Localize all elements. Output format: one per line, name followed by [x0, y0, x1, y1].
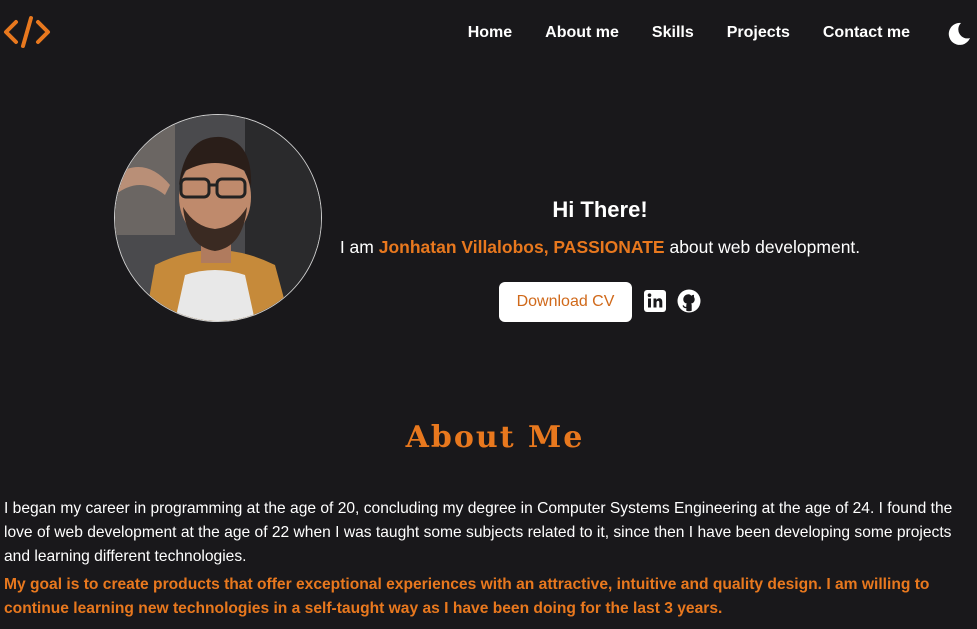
about-section-title: About Me — [405, 420, 585, 455]
main-nav: Home About me Skills Projects Contact me — [468, 24, 910, 42]
linkedin-icon — [644, 290, 666, 312]
theme-toggle[interactable] — [946, 21, 972, 47]
about-paragraph: I began my career in programming at the … — [4, 500, 953, 565]
github-icon — [677, 289, 701, 313]
profile-photo — [114, 114, 322, 322]
code-brackets-icon — [4, 16, 50, 48]
nav-contact-me[interactable]: Contact me — [823, 24, 910, 42]
nav-skills[interactable]: Skills — [652, 24, 694, 42]
nav-projects[interactable]: Projects — [727, 24, 790, 42]
hero-title: Hi There! — [552, 197, 648, 222]
download-cv-button[interactable]: Download CV — [499, 282, 632, 322]
hero-intro: I am Jonhatan Villalobos, PASSIONATE abo… — [300, 237, 900, 258]
avatar-illustration — [115, 115, 321, 321]
github-link[interactable] — [677, 289, 701, 313]
intro-prefix: I am — [339, 237, 379, 257]
nav-home[interactable]: Home — [468, 24, 512, 42]
intro-name-highlight: Jonhatan Villalobos, PASSIONATE — [378, 237, 665, 257]
moon-icon — [948, 22, 970, 45]
linkedin-link[interactable] — [643, 289, 667, 313]
intro-suffix: about web development. — [664, 237, 861, 257]
logo[interactable] — [3, 14, 51, 50]
nav-about-me[interactable]: About me — [545, 24, 619, 42]
goal-paragraph: My goal is to create products that offer… — [4, 576, 930, 617]
